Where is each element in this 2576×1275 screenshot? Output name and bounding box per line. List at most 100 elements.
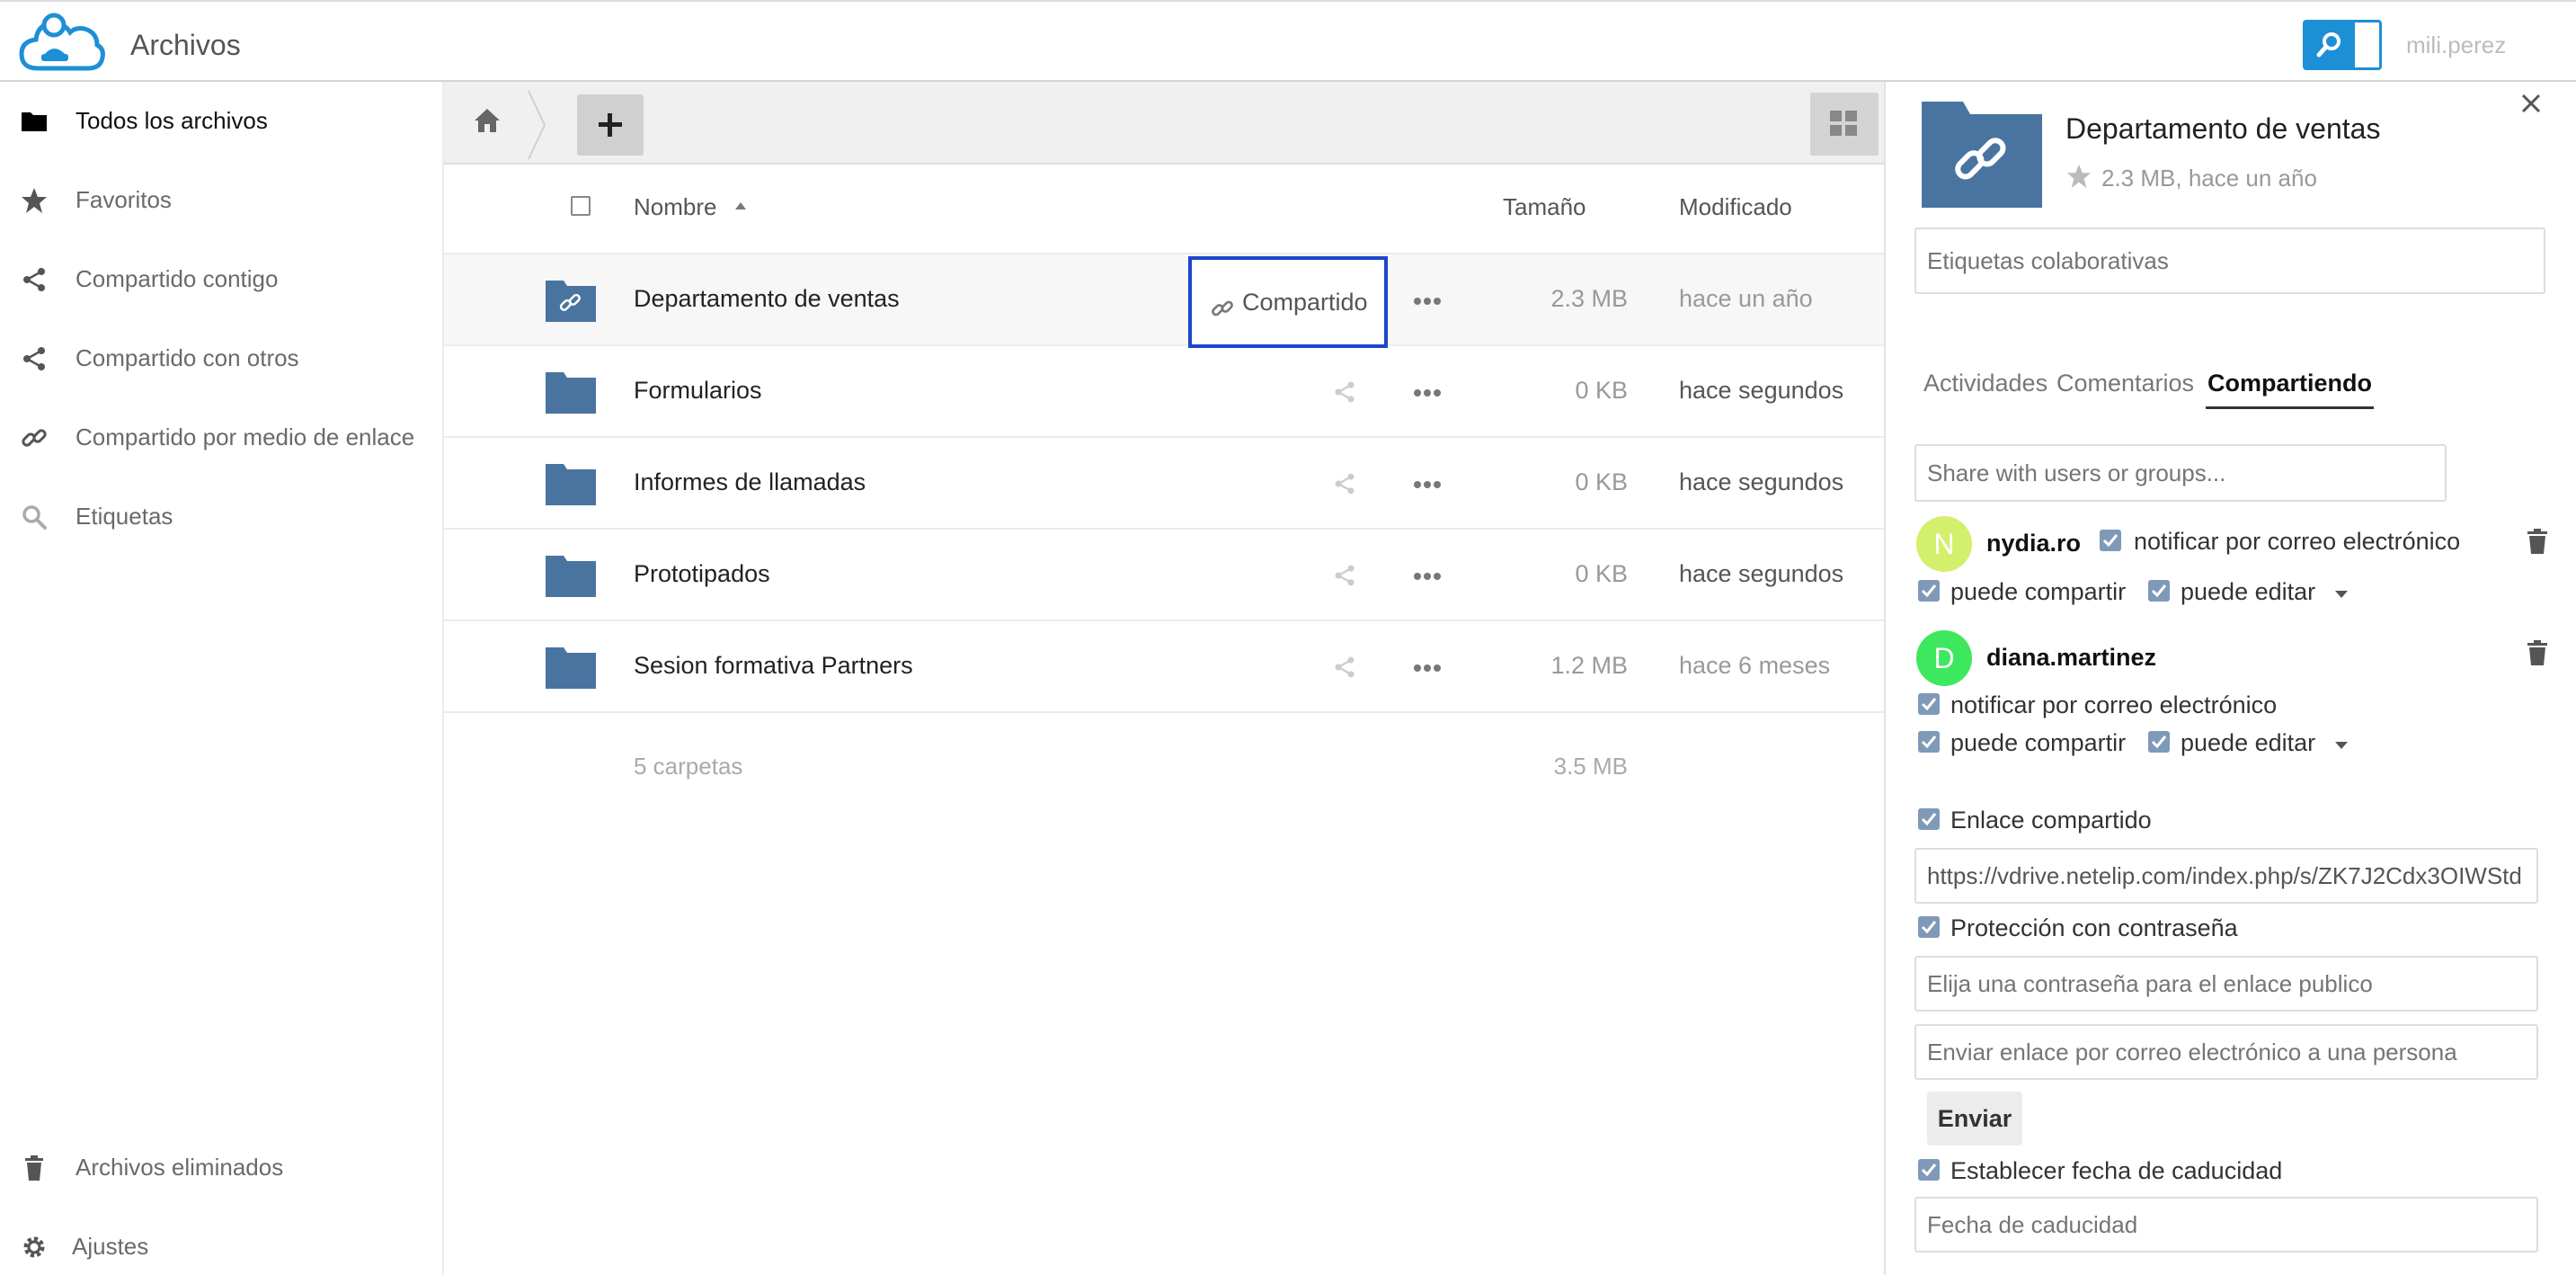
- share-icon: [23, 268, 45, 291]
- column-header-modified[interactable]: Modificado: [1679, 193, 1792, 221]
- expiry-date-label: Establecer fecha de caducidad: [1950, 1157, 2283, 1184]
- column-header-name[interactable]: Nombre: [634, 193, 716, 221]
- password-protection-checkbox[interactable]: [1918, 916, 1940, 938]
- expiry-date-input[interactable]: [1914, 1197, 2538, 1253]
- share-icon[interactable]: [1332, 655, 1357, 680]
- column-header-size[interactable]: Tamaño: [1503, 193, 1586, 221]
- sidebar-item-label: Compartido con otros: [76, 344, 299, 371]
- more-options-icon[interactable]: [1413, 297, 1442, 306]
- share-icon: [23, 347, 45, 370]
- can-edit-checkbox[interactable]: [2148, 731, 2170, 753]
- more-options-icon[interactable]: [1413, 572, 1442, 581]
- table-row[interactable]: Informes de llamadas 0 KB hace segundos: [444, 438, 1884, 530]
- trash-icon[interactable]: [2526, 639, 2549, 666]
- folder-icon: [546, 372, 596, 414]
- more-options-icon[interactable]: [1413, 664, 1442, 673]
- more-options-icon[interactable]: [1413, 388, 1442, 397]
- avatar: N: [1916, 516, 1972, 572]
- total-size-summary: 3.5 MB: [1553, 753, 1628, 780]
- file-name[interactable]: Sesion formativa Partners: [634, 652, 913, 680]
- collaborative-tags-input[interactable]: [1914, 227, 2545, 294]
- permissions-caret-icon[interactable]: [2335, 742, 2348, 749]
- tab-comments[interactable]: Comentarios: [2056, 370, 2194, 406]
- shared-status-button[interactable]: Compartido: [1188, 256, 1388, 348]
- grid-icon: [1830, 111, 1857, 136]
- table-row[interactable]: Sesion formativa Partners 1.2 MB hace 6 …: [444, 621, 1884, 713]
- tab-sharing[interactable]: Compartiendo: [2206, 370, 2375, 409]
- sidebar-item-all-files[interactable]: Todos los archivos: [0, 82, 442, 161]
- select-all-checkbox[interactable]: [571, 196, 591, 216]
- table-row[interactable]: Prototipados 0 KB hace segundos: [444, 530, 1884, 621]
- tag-search-icon: [22, 505, 47, 530]
- share-icon[interactable]: [1332, 471, 1357, 496]
- panel-title: Departamento de ventas: [2065, 112, 2381, 145]
- file-list-area: Nombre Tamaño Modificado Departamento de…: [444, 82, 1884, 1275]
- share-icon[interactable]: [1332, 563, 1357, 588]
- link-password-input[interactable]: [1914, 956, 2538, 1012]
- sidebar-item-label: Todos los archivos: [76, 107, 268, 134]
- trash-icon[interactable]: [2526, 528, 2549, 555]
- sidebar-item-shared-with-you[interactable]: Compartido contigo: [0, 240, 442, 319]
- more-options-icon[interactable]: [1413, 480, 1442, 489]
- sidebar-item-deleted-files[interactable]: Archivos eliminados: [0, 1128, 442, 1208]
- shared-label: Compartido: [1242, 289, 1368, 316]
- share-user-name: diana.martinez: [1986, 644, 2157, 671]
- favorite-star-icon[interactable]: [2065, 163, 2092, 190]
- breadcrumb: [444, 82, 1884, 165]
- file-size: 2.3 MB: [1550, 285, 1628, 312]
- grid-view-button[interactable]: [1810, 93, 1879, 156]
- file-size: 1.2 MB: [1550, 652, 1628, 679]
- sort-ascending-icon: [735, 202, 746, 210]
- file-name[interactable]: Informes de llamadas: [634, 468, 866, 496]
- sidebar-item-shared-by-link[interactable]: Compartido por medio de enlace: [0, 398, 442, 477]
- link-share-checkbox[interactable]: [1918, 808, 1940, 830]
- close-icon[interactable]: [2520, 93, 2542, 114]
- file-size: 0 KB: [1575, 377, 1628, 404]
- cloud-logo-icon[interactable]: [18, 9, 106, 74]
- home-icon[interactable]: [474, 107, 501, 134]
- sidebar-item-label: Ajustes: [72, 1233, 149, 1260]
- can-share-checkbox[interactable]: [1918, 731, 1940, 753]
- share-link-url-field[interactable]: [1914, 848, 2538, 904]
- new-file-button[interactable]: [577, 94, 644, 156]
- gear-icon: [23, 1236, 45, 1258]
- can-edit-checkbox[interactable]: [2148, 580, 2170, 602]
- can-share-checkbox[interactable]: [1918, 580, 1940, 602]
- sidebar-item-label: Compartido por medio de enlace: [76, 424, 415, 450]
- user-menu[interactable]: mili.perez: [2406, 31, 2506, 59]
- table-row[interactable]: Departamento de ventas Compartido 2.3 MB…: [444, 254, 1884, 348]
- share-icon[interactable]: [1332, 379, 1357, 405]
- file-name[interactable]: Formularios: [634, 377, 762, 405]
- search-field-toggle[interactable]: [2355, 20, 2382, 70]
- notify-checkbox[interactable]: [2100, 530, 2121, 551]
- file-modified: hace segundos: [1679, 468, 1844, 495]
- sidebar-item-shared-with-others[interactable]: Compartido con otros: [0, 319, 442, 398]
- permissions-caret-icon[interactable]: [2335, 591, 2348, 598]
- panel-meta: 2.3 MB, hace un año: [2101, 165, 2317, 192]
- table-row[interactable]: Formularios 0 KB hace segundos: [444, 346, 1884, 438]
- shared-link-folder-icon: [546, 281, 596, 322]
- notify-checkbox[interactable]: [1918, 693, 1940, 715]
- file-name[interactable]: Departamento de ventas: [634, 285, 900, 313]
- folder-icon: [546, 556, 596, 597]
- star-icon: [22, 188, 47, 213]
- file-name[interactable]: Prototipados: [634, 560, 770, 588]
- file-modified: hace 6 meses: [1679, 652, 1831, 679]
- shared-link-folder-icon: [1922, 102, 2042, 208]
- file-size: 0 KB: [1575, 468, 1628, 495]
- tab-activities[interactable]: Actividades: [1923, 370, 2047, 406]
- sidebar-item-favorites[interactable]: Favoritos: [0, 161, 442, 240]
- sidebar-item-label: Compartido contigo: [76, 265, 279, 292]
- header: Archivos mili.perez: [0, 0, 2576, 82]
- search-button[interactable]: [2303, 20, 2355, 70]
- sidebar-item-tags[interactable]: Etiquetas: [0, 477, 442, 557]
- can-share-label: puede compartir: [1950, 578, 2127, 605]
- password-protection-label: Protección con contraseña: [1950, 914, 2238, 941]
- sidebar-item-settings[interactable]: Ajustes: [0, 1208, 442, 1275]
- folder-icon: [22, 112, 47, 131]
- expiry-date-checkbox[interactable]: [1918, 1159, 1940, 1181]
- breadcrumb-separator-icon: [528, 90, 546, 160]
- email-link-input[interactable]: [1914, 1024, 2538, 1080]
- send-button[interactable]: Enviar: [1927, 1092, 2022, 1146]
- share-users-input[interactable]: [1914, 444, 2447, 502]
